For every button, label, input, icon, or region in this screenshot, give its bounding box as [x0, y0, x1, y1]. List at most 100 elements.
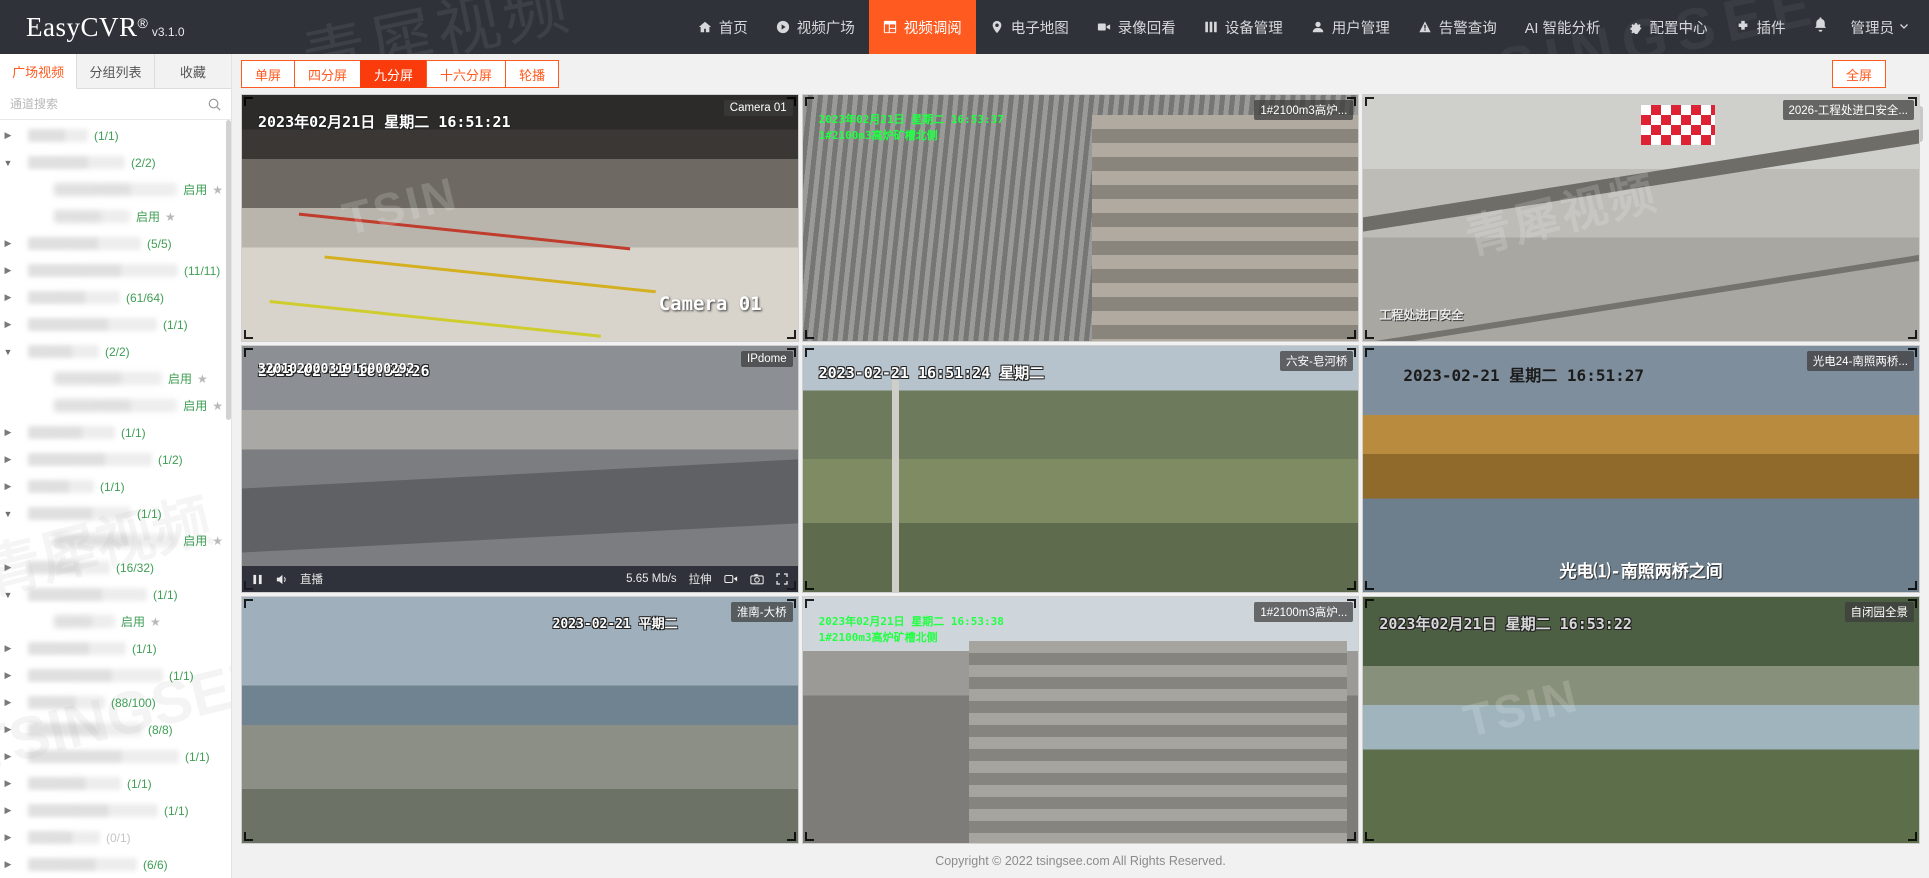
user-menu[interactable]: 管理员 [1841, 0, 1929, 54]
channel-tree-item[interactable]: ▶启用★ [0, 365, 231, 392]
channel-tree-group[interactable]: ▶(16/32) [0, 554, 231, 581]
channel-tree-group[interactable]: ▶(1/1) [0, 473, 231, 500]
notification-bell-button[interactable] [1800, 0, 1841, 54]
nav-item-ai-analysis[interactable]: AI 智能分析 [1511, 0, 1615, 54]
channel-count-badge: (1/1) [127, 777, 152, 791]
video-panel[interactable]: TSIN2023年02月21日 星期二 16:51:21Camera 01Cam… [241, 94, 799, 342]
channel-tree-group[interactable]: ▶(61/64) [0, 284, 231, 311]
search-icon[interactable] [207, 97, 223, 112]
nav-item-user-management[interactable]: 用户管理 [1297, 0, 1404, 54]
record-icon[interactable] [724, 573, 738, 585]
channel-tree-group[interactable]: ▶(6/6) [0, 851, 231, 878]
channel-tree-group[interactable]: ▶(5/5) [0, 230, 231, 257]
channel-tree-group[interactable]: ▶(1/2) [0, 446, 231, 473]
fullscreen-button[interactable]: 全屏 [1832, 60, 1886, 88]
channel-tree-group[interactable]: ▶(0/1) [0, 824, 231, 851]
sidebar-tab-group-list[interactable]: 分组列表 [77, 54, 154, 88]
channel-tree-group[interactable]: ▶(1/1) [0, 743, 231, 770]
chevron-right-icon[interactable]: ▶ [0, 319, 16, 330]
sidebar-tab-plaza-video[interactable]: 广场视频 [0, 54, 77, 89]
sidebar-scrollbar[interactable] [226, 120, 231, 420]
chevron-right-icon[interactable]: ▶ [0, 805, 16, 816]
layout-sixteen-split-button[interactable]: 十六分屏 [426, 60, 505, 88]
nav-item-video-review[interactable]: 视频调阅 [869, 0, 976, 54]
chevron-right-icon[interactable]: ▶ [0, 265, 16, 276]
channel-tree-group[interactable]: ▼(1/1) [0, 581, 231, 608]
chevron-right-icon[interactable]: ▶ [0, 292, 16, 303]
video-panel[interactable]: 2023-02-21 星期二 16:51:27光电⑴-南照两桥之间光电24-南照… [1362, 345, 1920, 593]
channel-tree-group[interactable]: ▶ (1/1) [0, 770, 231, 797]
chevron-right-icon[interactable]: ▶ [0, 454, 16, 465]
video-panel[interactable]: TSIN2023年02月21日 星期二 16:53:22自闭园全景 [1362, 596, 1920, 844]
app-logo[interactable]: EasyCVR ® v3.1.0 [26, 12, 185, 43]
video-panel[interactable]: 2023年02月21日 星期二 16:53:381#2100m3高炉矿槽北侧1#… [802, 596, 1360, 844]
channel-tree-group[interactable]: ▼(2/2) [0, 149, 231, 176]
layout-carousel-button[interactable]: 轮播 [505, 60, 559, 88]
channel-tree-item[interactable]: ▶启用★ [0, 203, 231, 230]
nav-item-video-plaza[interactable]: 视频广场 [762, 0, 869, 54]
chevron-right-icon[interactable]: ▶ [0, 670, 16, 681]
favorite-star-icon[interactable]: ★ [197, 372, 208, 386]
layout-nine-split-button[interactable]: 九分屏 [360, 60, 426, 88]
chevron-right-icon[interactable]: ▶ [0, 238, 16, 249]
chevron-right-icon[interactable]: ▶ [0, 778, 16, 789]
channel-tree-group[interactable]: ▶(1/1) [0, 122, 231, 149]
favorite-star-icon[interactable]: ★ [212, 399, 223, 413]
chevron-down-icon[interactable]: ▼ [0, 158, 16, 168]
chevron-right-icon[interactable]: ▶ [0, 427, 16, 438]
nav-item-plugin[interactable]: 插件 [1722, 0, 1800, 54]
video-panel[interactable]: 青犀视频工程处进口安全2026-工程处进口安全... [1362, 94, 1920, 342]
nav-item-alarm-query[interactable]: 告警查询 [1404, 0, 1511, 54]
layout-four-split-button[interactable]: 四分屏 [294, 60, 360, 88]
channel-tree-item[interactable]: ▶启用★ [0, 527, 231, 554]
channel-tree-item[interactable]: ▶启用★ [0, 176, 231, 203]
nav-item-home[interactable]: 首页 [684, 0, 762, 54]
video-panel[interactable]: 2023-02-21 16:51:24 星期二六安-皂河桥 [802, 345, 1360, 593]
chevron-right-icon[interactable]: ▶ [0, 562, 16, 573]
stretch-button[interactable]: 拉伸 [689, 571, 712, 587]
nav-item-device-management[interactable]: 设备管理 [1190, 0, 1297, 54]
channel-tree-group[interactable]: ▶(1/1) [0, 419, 231, 446]
favorite-star-icon[interactable]: ★ [212, 183, 223, 197]
live-label[interactable]: 直播 [300, 571, 323, 587]
chevron-right-icon[interactable]: ▶ [0, 697, 16, 708]
channel-tree-group[interactable]: ▶(1/1) [0, 797, 231, 824]
chevron-down-icon[interactable]: ▼ [0, 347, 16, 357]
channel-tree-group[interactable]: ▶(88/100) [0, 689, 231, 716]
video-panel[interactable]: 2023年02月21日 星期二 16:53:371#2100m3高炉矿槽北侧1#… [802, 94, 1360, 342]
chevron-down-icon[interactable]: ▼ [0, 590, 16, 600]
pause-icon[interactable] [252, 574, 263, 585]
chevron-right-icon[interactable]: ▶ [0, 832, 16, 843]
favorite-star-icon[interactable]: ★ [212, 534, 223, 548]
nav-item-playback[interactable]: 录像回看 [1083, 0, 1190, 54]
chevron-right-icon[interactable]: ▶ [0, 751, 16, 762]
nav-item-config-center[interactable]: 配置中心 [1615, 0, 1722, 54]
video-panel[interactable]: 2023-02-21 平期二淮南-大桥 [241, 596, 799, 844]
channel-tree-group[interactable]: ▶(1/1) [0, 662, 231, 689]
favorite-star-icon[interactable]: ★ [150, 615, 161, 629]
video-panel[interactable]: 2023-02-21 16:51:2632010200031916900292I… [241, 345, 799, 593]
chevron-right-icon[interactable]: ▶ [0, 643, 16, 654]
nav-item-emap[interactable]: 电子地图 [976, 0, 1083, 54]
channel-tree-group[interactable]: ▼(1/1) [0, 500, 231, 527]
channel-tree-group[interactable]: ▼(2/2) [0, 338, 231, 365]
chevron-right-icon[interactable]: ▶ [0, 724, 16, 735]
chevron-right-icon[interactable]: ▶ [0, 859, 16, 870]
expand-icon[interactable] [776, 573, 788, 585]
chevron-right-icon[interactable]: ▶ [0, 130, 16, 141]
channel-tree[interactable]: TSINGSEE 青犀视频 ▶(1/1)▼(2/2)▶启用★▶启用★▶(5/5)… [0, 120, 231, 878]
channel-tree-item[interactable]: ▶启用★ [0, 392, 231, 419]
chevron-down-icon[interactable]: ▼ [0, 509, 16, 519]
sidebar-tab-favorites[interactable]: 收藏 [155, 54, 231, 88]
layout-single-button[interactable]: 单屏 [241, 60, 294, 88]
channel-tree-item[interactable]: ▶启用★ [0, 608, 231, 635]
channel-search-input[interactable] [10, 97, 207, 111]
volume-icon[interactable] [275, 573, 288, 586]
channel-tree-group[interactable]: ▶(1/1) [0, 635, 231, 662]
favorite-star-icon[interactable]: ★ [165, 210, 176, 224]
channel-tree-group[interactable]: ▶(8/8) [0, 716, 231, 743]
camera-icon[interactable] [750, 573, 764, 585]
chevron-right-icon[interactable]: ▶ [0, 481, 16, 492]
channel-tree-group[interactable]: ▶(11/11) [0, 257, 231, 284]
channel-tree-group[interactable]: ▶(1/1) [0, 311, 231, 338]
